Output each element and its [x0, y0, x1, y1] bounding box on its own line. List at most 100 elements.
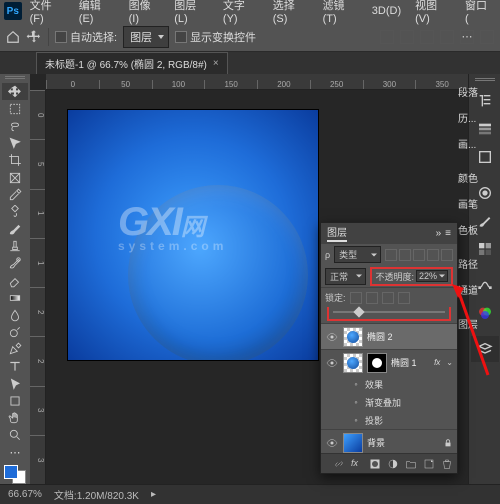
mask-icon[interactable]: [369, 458, 381, 470]
visibility-toggle-icon[interactable]: [325, 436, 339, 450]
brush-tool[interactable]: [2, 221, 28, 238]
adjustment-icon[interactable]: [387, 458, 399, 470]
filter-shape-icon[interactable]: [427, 249, 439, 261]
delete-layer-icon[interactable]: [441, 458, 453, 470]
edit-toolbar[interactable]: ⋯: [2, 444, 28, 461]
menu-3d[interactable]: 3D(D): [366, 3, 407, 19]
fx-header-row[interactable]: ◦ 效果: [321, 375, 457, 393]
filter-adjust-icon[interactable]: [399, 249, 411, 261]
fx-toggle-icon[interactable]: ◦: [351, 397, 361, 407]
menu-image[interactable]: 图像(I): [123, 0, 167, 27]
shape-tool[interactable]: [2, 392, 28, 409]
lock-position-icon[interactable]: [366, 292, 378, 304]
collapsed-panel-layers[interactable]: [471, 336, 499, 362]
move-tool[interactable]: [2, 83, 28, 100]
lock-pixels-icon[interactable]: [350, 292, 362, 304]
collapsed-panel-brushes[interactable]: [471, 208, 499, 234]
fx-icon[interactable]: fx: [351, 458, 363, 470]
fx-badge[interactable]: fx: [434, 358, 440, 367]
collapsed-panel-paragraph[interactable]: [471, 88, 499, 114]
twirl-icon[interactable]: ◦: [351, 379, 361, 389]
menu-window[interactable]: 窗口(: [459, 0, 496, 27]
quick-select-tool[interactable]: [2, 135, 28, 152]
layer-thumbnail[interactable]: [343, 327, 363, 347]
home-icon[interactable]: [6, 30, 20, 44]
ruler-horizontal[interactable]: 050100150200250300350: [46, 74, 468, 90]
menu-view[interactable]: 视图(V): [409, 0, 457, 27]
foreground-color[interactable]: [4, 465, 18, 479]
blur-tool[interactable]: [2, 306, 28, 323]
fx-item-row[interactable]: ◦ 投影: [321, 411, 457, 429]
collapsed-panel-history[interactable]: [471, 116, 499, 142]
document-info[interactable]: 文档:1.20M/820.3K: [54, 487, 139, 502]
link-layers-icon[interactable]: [333, 458, 345, 470]
menu-select[interactable]: 选择(S): [267, 0, 315, 27]
align-icon[interactable]: [440, 30, 454, 44]
3d-mode-icon[interactable]: [480, 30, 494, 44]
status-chevron-icon[interactable]: ▸: [151, 489, 156, 500]
slider-thumb[interactable]: [354, 306, 365, 317]
blend-mode-dropdown[interactable]: 正常: [325, 268, 366, 285]
more-icon[interactable]: ⋯: [460, 30, 474, 44]
artboard[interactable]: GXI网 system.com: [68, 110, 318, 360]
filter-pixel-icon[interactable]: [385, 249, 397, 261]
auto-select-checkbox[interactable]: 自动选择:: [55, 29, 117, 45]
hand-tool[interactable]: [2, 409, 28, 426]
layer-name[interactable]: 椭圆 1: [391, 356, 430, 369]
menu-edit[interactable]: 编辑(E): [73, 0, 121, 27]
lock-all-icon[interactable]: [398, 292, 410, 304]
crop-tool[interactable]: [2, 152, 28, 169]
visibility-toggle-icon[interactable]: [325, 356, 339, 370]
group-icon[interactable]: [405, 458, 417, 470]
menu-file[interactable]: 文件(F): [24, 0, 71, 27]
type-tool[interactable]: [2, 358, 28, 375]
visibility-toggle-icon[interactable]: [325, 330, 339, 344]
color-swatch[interactable]: [4, 465, 26, 484]
menu-type[interactable]: 文字(Y): [217, 0, 265, 27]
fx-item-row[interactable]: ◦ 渐变叠加: [321, 393, 457, 411]
align-icon[interactable]: [380, 30, 394, 44]
collapsed-panel-paths[interactable]: [471, 272, 499, 298]
layer-thumbnail[interactable]: [343, 353, 363, 373]
eyedropper-tool[interactable]: [2, 186, 28, 203]
layers-panel-header[interactable]: 图层 » ≡: [321, 223, 457, 243]
document-tab[interactable]: 未标题-1 @ 66.7% (椭圆 2, RGB/8#) ×: [36, 52, 228, 74]
panel-grip[interactable]: [475, 78, 495, 84]
panel-grip[interactable]: [5, 76, 25, 81]
path-select-tool[interactable]: [2, 375, 28, 392]
layer-row-background[interactable]: 背景: [321, 429, 457, 453]
fx-chevron-icon[interactable]: ⌄: [446, 358, 453, 367]
collapsed-panel-swatches[interactable]: [471, 236, 499, 262]
filter-smart-icon[interactable]: [441, 249, 453, 261]
layer-thumbnail[interactable]: [343, 433, 363, 453]
new-layer-icon[interactable]: [423, 458, 435, 470]
stamp-tool[interactable]: [2, 238, 28, 255]
auto-select-target-dropdown[interactable]: 图层: [123, 26, 169, 48]
healing-tool[interactable]: [2, 203, 28, 220]
ruler-vertical[interactable]: 05112233: [30, 90, 46, 484]
collapsed-panel-color[interactable]: [471, 180, 499, 206]
collapsed-panel-channels[interactable]: [471, 300, 499, 326]
collapsed-panel-libraries[interactable]: [471, 144, 499, 170]
close-tab-icon[interactable]: ×: [213, 58, 219, 69]
marquee-tool[interactable]: [2, 100, 28, 117]
layer-name[interactable]: 背景: [367, 436, 439, 449]
zoom-tool[interactable]: [2, 427, 28, 444]
opacity-slider[interactable]: [327, 307, 451, 321]
layer-mask-thumbnail[interactable]: [367, 353, 387, 373]
layer-row[interactable]: 椭圆 2: [321, 323, 457, 349]
collapse-icon[interactable]: »: [436, 228, 442, 239]
layer-row[interactable]: 椭圆 1 fx ⌄: [321, 349, 457, 375]
panel-menu-icon[interactable]: ≡: [445, 228, 451, 239]
filter-type-icon[interactable]: [413, 249, 425, 261]
layer-filter-kind-dropdown[interactable]: 类型: [334, 246, 381, 263]
align-icon[interactable]: [420, 30, 434, 44]
layer-name[interactable]: 椭圆 2: [367, 330, 453, 343]
frame-tool[interactable]: [2, 169, 28, 186]
lasso-tool[interactable]: [2, 118, 28, 135]
zoom-level[interactable]: 66.67%: [8, 489, 42, 500]
align-icon[interactable]: [400, 30, 414, 44]
fx-toggle-icon[interactable]: ◦: [351, 415, 361, 425]
gradient-tool[interactable]: [2, 289, 28, 306]
lock-artboard-icon[interactable]: [382, 292, 394, 304]
